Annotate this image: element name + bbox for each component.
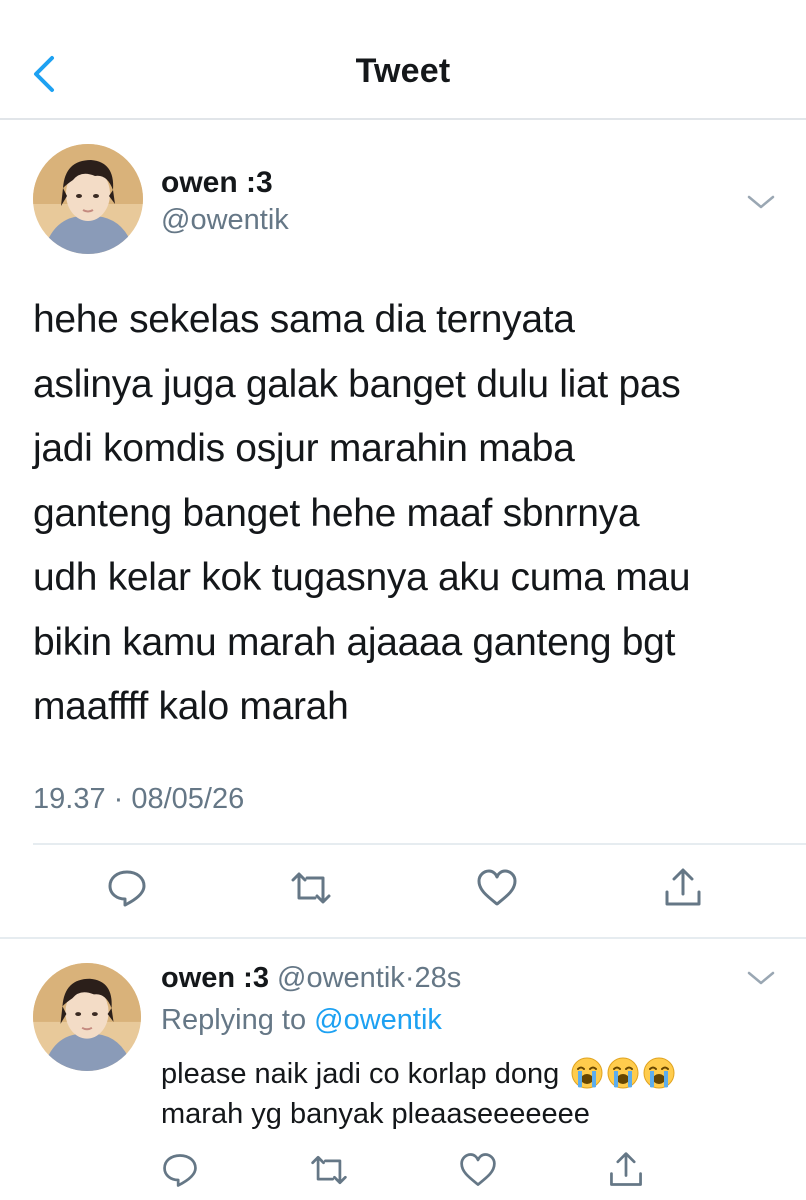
author-name[interactable]: owen :3 (161, 166, 273, 200)
profile-photo (33, 144, 143, 254)
reply-text-line: please naik jadi co korlap dong (161, 1058, 560, 1090)
reply-text: please naik jadi co korlap dong marah yg… (161, 1054, 801, 1134)
more-options-button[interactable] (746, 192, 776, 212)
like-button[interactable] (458, 1150, 502, 1194)
reply-icon (163, 1154, 197, 1187)
reply-button[interactable] (160, 1150, 204, 1194)
author-name[interactable]: owen :3 (161, 962, 269, 994)
share-button[interactable] (661, 866, 705, 910)
retweet-button[interactable] (309, 1150, 353, 1194)
reply-button[interactable] (105, 866, 149, 910)
retweet-icon (311, 1155, 347, 1185)
reply-time[interactable]: 28s (414, 962, 461, 994)
author-handle[interactable]: @owentik (161, 204, 289, 237)
share-button[interactable] (606, 1150, 650, 1194)
retweet-button[interactable] (289, 866, 333, 910)
share-icon (610, 1152, 642, 1186)
like-icon (460, 1153, 496, 1186)
loudly-crying-face-emoji (571, 1057, 603, 1089)
replying-label: Replying to (161, 1004, 307, 1036)
author-handle[interactable]: @owentik (277, 962, 405, 994)
divider (33, 843, 806, 845)
profile-photo (33, 963, 141, 1071)
divider (0, 937, 806, 939)
like-icon (477, 869, 517, 906)
replying-to: Replying to @owentik (161, 1004, 442, 1037)
chevron-down-icon (747, 195, 775, 209)
avatar[interactable] (33, 963, 141, 1071)
more-options-button[interactable] (746, 968, 776, 988)
avatar[interactable] (33, 144, 143, 254)
replying-mention-link[interactable]: @owentik (314, 1004, 442, 1036)
page-title: Tweet (355, 52, 451, 90)
loudly-crying-face-emoji (607, 1057, 639, 1089)
reply-text-line: marah yg banyak pleaaseeeeeee (161, 1098, 590, 1130)
reply-icon (108, 870, 146, 907)
like-button[interactable] (475, 866, 519, 910)
tweet-text: hehe sekelas sama dia ternyata aslinya j… (33, 298, 691, 728)
loudly-crying-face-emoji (643, 1057, 675, 1089)
reply-header: owen :3 @owentik·28s (161, 962, 461, 995)
retweet-icon (291, 872, 331, 904)
chevron-down-icon (747, 971, 775, 985)
tweet-action-bar (0, 866, 806, 910)
top-bar: Tweet (0, 0, 806, 120)
share-icon (665, 868, 701, 906)
reply-action-bar (0, 1150, 806, 1194)
tweet-timestamp[interactable]: 19.37 · 08/05/26 (33, 783, 244, 816)
